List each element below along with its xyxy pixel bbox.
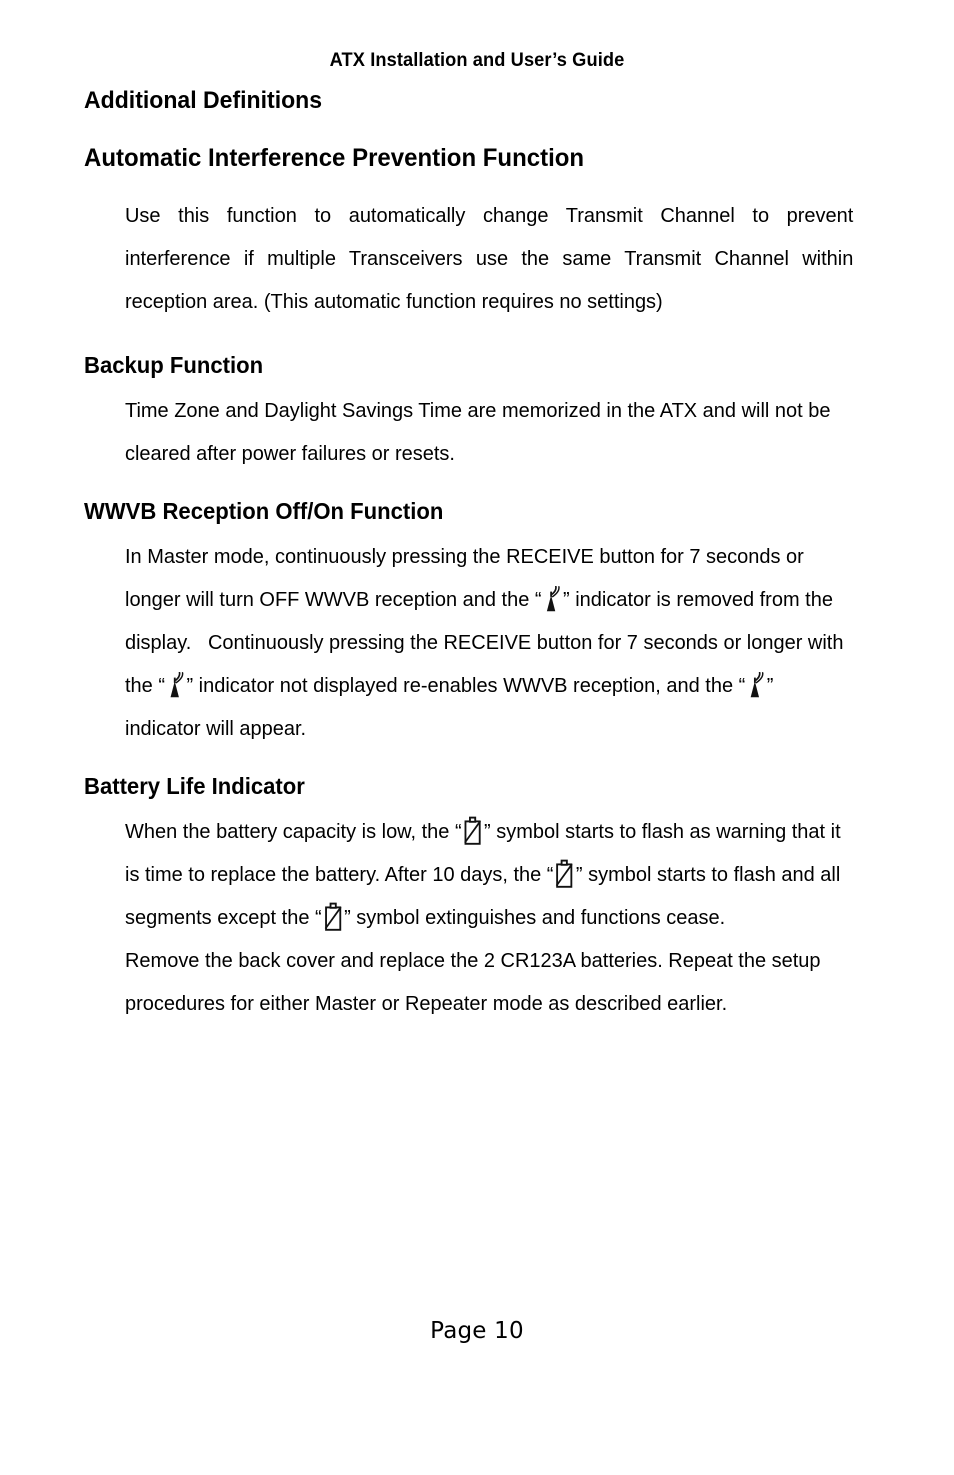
- antenna-signal-icon: [166, 672, 185, 698]
- battery-text-part-1: When the battery capacity is low, the “: [125, 820, 462, 843]
- wwvb-text-part-3: ” indicator not displayed re-enables WWV…: [186, 674, 746, 697]
- paragraph-wwvb-reception: In Master mode, continuously pressing th…: [125, 535, 853, 750]
- antenna-signal-icon: [543, 586, 562, 612]
- antenna-signal-icon: [746, 672, 765, 698]
- heading-battery-life-indicator: Battery Life Indicator: [84, 773, 305, 799]
- page-number-footer: Page 10: [430, 1318, 524, 1344]
- heading-additional-definitions: Additional Definitions: [84, 87, 323, 114]
- page-content: Additional Definitions Automatic Interfe…: [84, 84, 872, 1025]
- low-battery-icon: [554, 859, 574, 889]
- paragraph-automatic-interference: Use this function to automatically chang…: [125, 204, 854, 313]
- paragraph-battery-life: When the battery capacity is low, the “ …: [125, 810, 853, 939]
- heading-backup-function: Backup Function: [84, 352, 264, 378]
- low-battery-icon: [323, 902, 343, 932]
- running-header: ATX Installation and User’s Guide: [329, 50, 625, 71]
- paragraph-battery-replacement: Remove the back cover and replace the 2 …: [125, 949, 821, 1015]
- battery-text-part-4: ” symbol extinguishes and functions ceas…: [344, 906, 726, 929]
- heading-automatic-interference-prevention-function: Automatic Interference Prevention Functi…: [84, 144, 585, 172]
- heading-wwvb-reception-off-on-function: WWVB Reception Off/On Function: [84, 498, 444, 524]
- document-page: ATX Installation and User’s Guide Additi…: [0, 0, 954, 1475]
- low-battery-icon: [463, 816, 483, 846]
- paragraph-backup-function: Time Zone and Daylight Savings Time are …: [125, 399, 831, 465]
